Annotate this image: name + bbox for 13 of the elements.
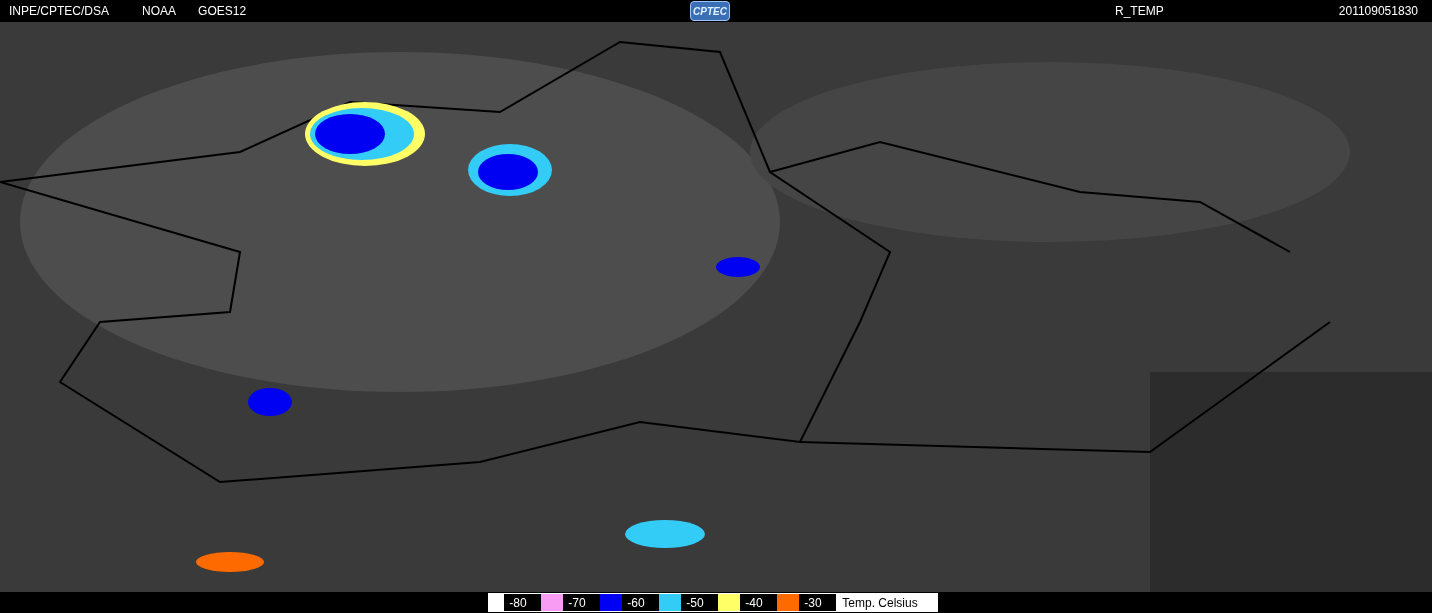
scale-label: -70 (563, 594, 601, 611)
scale-label: -60 (622, 594, 660, 611)
scale-label: -80 (504, 594, 542, 611)
satellite-label: GOES12 (198, 3, 247, 20)
scale-label: -50 (681, 594, 719, 611)
logo: CPTEC (690, 1, 730, 21)
scale-label: -30 (799, 594, 837, 611)
timestamp-label: 201109051830 (1338, 3, 1418, 20)
unit-label: Temp. Celsius (842, 594, 918, 612)
source-label: INPE/CPTEC/DSA (9, 3, 110, 20)
scale-label: -40 (740, 594, 778, 611)
agency-label: NOAA (142, 3, 177, 20)
product-label: R_TEMP (1115, 3, 1164, 20)
